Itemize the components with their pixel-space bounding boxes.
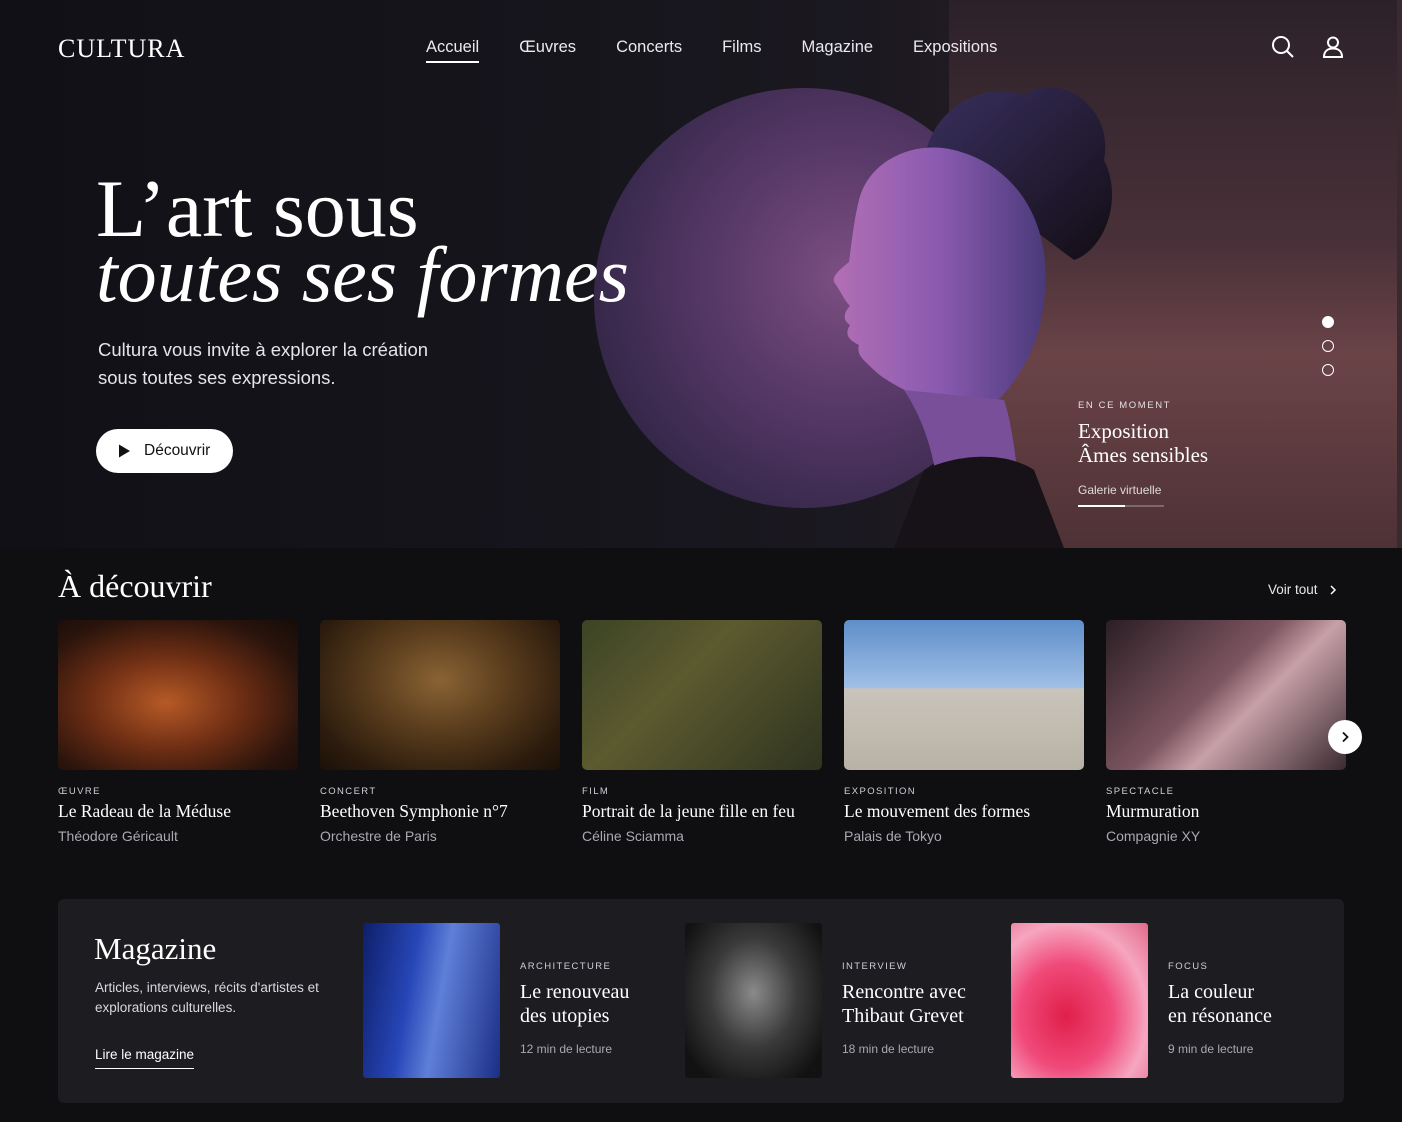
slide-dot-2[interactable] (1322, 340, 1334, 352)
search-icon[interactable] (1270, 34, 1296, 60)
card-category: EXPOSITION (844, 786, 917, 797)
discover-card[interactable]: FILM Portrait de la jeune fille en feu C… (582, 620, 822, 844)
nav-item-expositions[interactable]: Expositions (913, 38, 997, 63)
slide-dot-1[interactable] (1322, 316, 1334, 328)
magazine-description: Articles, interviews, récits d'artistes … (95, 980, 319, 1015)
magazine-title: Magazine (94, 931, 217, 966)
article-image-interview (685, 923, 822, 1078)
article-read-time: 9 min de lecture (1168, 1042, 1254, 1056)
slide-indicator (1322, 316, 1334, 376)
article-body: INTERVIEW Rencontre avec Thibaut Grevet … (842, 923, 1002, 1078)
article-title-line-1: Rencontre avec (842, 981, 966, 1003)
logo[interactable]: CULTURA (58, 34, 185, 64)
nav-item-oeuvres[interactable]: Œuvres (519, 38, 576, 63)
now-title[interactable]: Exposition Âmes sensibles (1078, 419, 1268, 467)
magazine-section: Magazine Articles, interviews, récits d'… (58, 899, 1344, 1103)
card-subtitle: Céline Sciamma (582, 828, 684, 844)
card-category: CONCERT (320, 786, 377, 797)
nav-item-magazine[interactable]: Magazine (802, 38, 874, 63)
article-category: FOCUS (1168, 961, 1209, 972)
card-title: Murmuration (1106, 801, 1200, 821)
article-title-line-1: Le renouveau (520, 981, 630, 1003)
magazine-article[interactable]: ARCHITECTURE Le renouveau des utopies 12… (363, 923, 680, 1078)
card-thumbnail-murmuration (1106, 620, 1346, 770)
article-read-time: 18 min de lecture (842, 1042, 935, 1056)
article-category: INTERVIEW (842, 961, 908, 972)
discover-button[interactable]: Découvrir (96, 429, 233, 473)
article-title-line-2: Thibaut Grevet (842, 1005, 964, 1027)
article-title-line-2: des utopies (520, 1005, 610, 1027)
discover-card[interactable]: ŒUVRE Le Radeau de la Méduse Théodore Gé… (58, 620, 298, 844)
card-title: Le mouvement des formes (844, 801, 1031, 821)
article-title: Rencontre avec Thibaut Grevet (842, 980, 1002, 1028)
card-title: Le Radeau de la Méduse (58, 801, 231, 821)
article-body: ARCHITECTURE Le renouveau des utopies 12… (520, 923, 680, 1078)
card-subtitle: Compagnie XY (1106, 828, 1201, 844)
play-icon (119, 444, 130, 458)
article-title-line-1: La couleur (1168, 981, 1255, 1003)
now-progress-fill (1078, 505, 1126, 507)
main-nav: Accueil Œuvres Concerts Films Magazine E… (426, 38, 997, 63)
now-eyebrow: EN CE MOMENT (1078, 400, 1172, 411)
nav-item-concerts[interactable]: Concerts (616, 38, 682, 63)
article-image-focus (1011, 923, 1148, 1078)
chevron-right-icon (1342, 731, 1349, 743)
card-subtitle: Palais de Tokyo (844, 828, 942, 844)
nav-item-films[interactable]: Films (722, 38, 761, 63)
see-all-label: Voir tout (1268, 582, 1318, 597)
now-title-line-2: Âmes sensibles (1078, 443, 1209, 467)
carousel-next-button[interactable] (1328, 720, 1362, 754)
card-category: FILM (582, 786, 610, 797)
now-title-line-1: Exposition (1078, 419, 1170, 443)
card-thumbnail-mouvement (844, 620, 1084, 770)
magazine-article[interactable]: FOCUS La couleur en résonance 9 min de l… (1011, 923, 1328, 1078)
article-title-line-2: en résonance (1168, 1005, 1272, 1027)
card-subtitle: Orchestre de Paris (320, 828, 437, 844)
now-showing: EN CE MOMENT Exposition Âmes sensibles G… (1078, 400, 1268, 507)
card-thumbnail-radeau (58, 620, 298, 770)
site-header: CULTURA Accueil Œuvres Concerts Films Ma… (0, 0, 1402, 96)
article-category: ARCHITECTURE (520, 961, 612, 972)
discover-carousel: ŒUVRE Le Radeau de la Méduse Théodore Gé… (58, 620, 1346, 844)
discover-card[interactable]: SPECTACLE Murmuration Compagnie XY (1106, 620, 1346, 844)
article-body: FOCUS La couleur en résonance 9 min de l… (1168, 923, 1328, 1078)
magazine-article[interactable]: INTERVIEW Rencontre avec Thibaut Grevet … (685, 923, 1002, 1078)
article-image-architecture (363, 923, 500, 1078)
hero-subtitle: Cultura vous invite à explorer la créati… (98, 339, 429, 388)
chevron-right-icon (1330, 584, 1336, 595)
discover-card[interactable]: CONCERT Beethoven Symphonie n°7 Orchestr… (320, 620, 560, 844)
see-all-link[interactable]: Voir tout (1268, 582, 1338, 597)
nav-item-accueil[interactable]: Accueil (426, 38, 480, 63)
now-subtitle[interactable]: Galerie virtuelle (1078, 483, 1268, 497)
discover-title: À découvrir (58, 568, 212, 604)
card-subtitle: Théodore Géricault (58, 828, 178, 844)
discover-card[interactable]: EXPOSITION Le mouvement des formes Palai… (844, 620, 1084, 844)
slide-dot-3[interactable] (1322, 364, 1334, 376)
user-icon[interactable] (1320, 34, 1346, 60)
card-category: SPECTACLE (1106, 786, 1175, 797)
article-read-time: 12 min de lecture (520, 1042, 613, 1056)
card-thumbnail-portrait (582, 620, 822, 770)
article-title: Le renouveau des utopies (520, 980, 680, 1028)
card-title: Portrait de la jeune fille en feu (582, 801, 795, 821)
hero-title-line-2: toutes ses formes (96, 231, 629, 318)
card-title: Beethoven Symphonie n°7 (320, 801, 508, 821)
read-magazine-link[interactable]: Lire le magazine (95, 1047, 195, 1069)
discover-button-label: Découvrir (144, 442, 211, 459)
now-progress-bar (1078, 505, 1164, 507)
card-category: ŒUVRE (58, 786, 101, 797)
article-title: La couleur en résonance (1168, 980, 1328, 1028)
card-thumbnail-beethoven (320, 620, 560, 770)
